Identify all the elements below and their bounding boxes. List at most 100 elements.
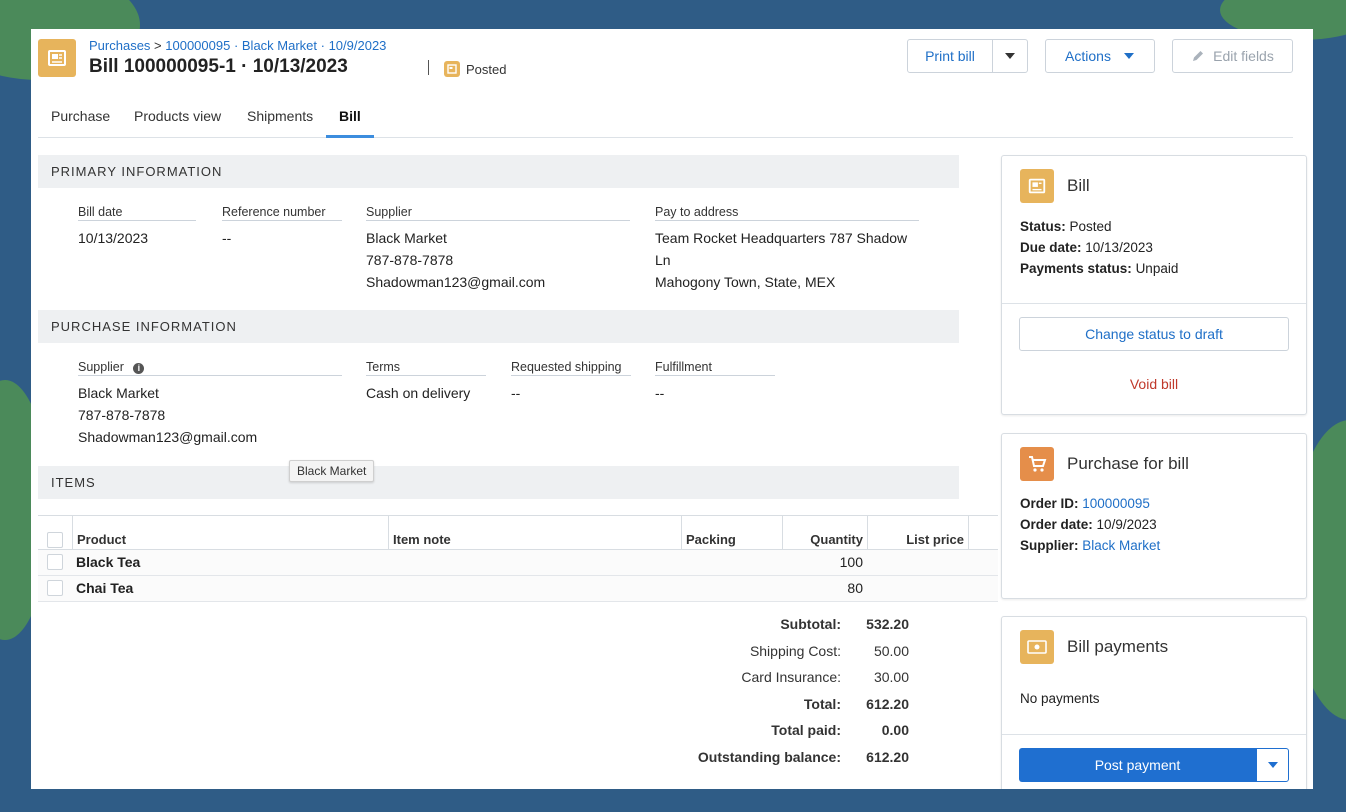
status-text: Posted bbox=[466, 61, 507, 77]
items-header: ITEMS bbox=[38, 466, 959, 499]
pay-to-address-line: Mahogony Town, State, MEX bbox=[655, 274, 836, 290]
fulfillment-label: Fulfillment bbox=[655, 360, 775, 376]
requested-shipping-label: Requested shipping bbox=[511, 360, 631, 376]
payments-status-value: Unpaid bbox=[1135, 261, 1179, 276]
order-id: Order ID: 100000095 bbox=[1020, 496, 1150, 511]
status-badge: Posted bbox=[444, 61, 506, 77]
change-status-label: Change status to draft bbox=[1085, 326, 1223, 342]
page-title: Bill 100000095-1 · 10/13/2023 bbox=[89, 56, 348, 77]
bill-status: Status: Posted bbox=[1020, 219, 1112, 234]
column-divider bbox=[388, 516, 389, 550]
post-payment-button[interactable]: Post payment bbox=[1019, 748, 1256, 782]
shipping-cost-value: 50.00 bbox=[873, 643, 909, 659]
total-paid-label: Total paid: bbox=[771, 722, 841, 738]
payments-status-label: Payments status: bbox=[1020, 261, 1132, 276]
bill-status-label: Status: bbox=[1020, 219, 1066, 234]
supplier-phone-link[interactable]: 787-878-7878 bbox=[366, 249, 453, 271]
caret-down-icon bbox=[1123, 53, 1134, 59]
post-payment-label: Post payment bbox=[1094, 757, 1181, 773]
column-list-price[interactable]: List price bbox=[906, 532, 964, 547]
supplier-email-link[interactable]: Shadowman123@gmail.com bbox=[366, 271, 545, 293]
requested-shipping-value: -- bbox=[511, 385, 521, 401]
tab-products-view[interactable]: Products view bbox=[134, 108, 221, 138]
bill-date-label: Bill date bbox=[78, 205, 196, 221]
divider bbox=[1002, 734, 1306, 735]
money-icon bbox=[1020, 630, 1054, 664]
column-divider bbox=[867, 516, 868, 550]
outstanding-balance-label: Outstanding balance: bbox=[697, 749, 841, 765]
reference-number-label: Reference number bbox=[222, 205, 342, 221]
outstanding-balance-value: 612.20 bbox=[866, 749, 909, 765]
order-supplier: Supplier: Black Market bbox=[1020, 538, 1160, 553]
supplier-link[interactable]: Black Market bbox=[366, 227, 447, 249]
table-row[interactable]: Black Tea 100 bbox=[38, 550, 998, 576]
table-header: Product Item note Packing Quantity List … bbox=[38, 515, 998, 550]
column-packing[interactable]: Packing bbox=[686, 532, 736, 547]
order-id-link[interactable]: 100000095 bbox=[1082, 496, 1150, 511]
order-supplier-link[interactable]: Black Market bbox=[1082, 538, 1160, 553]
breadcrumb-order[interactable]: 100000095 · Black Market · 10/9/2023 bbox=[165, 38, 386, 53]
purchase-supplier-email-link[interactable]: Shadowman123@gmail.com bbox=[78, 426, 257, 448]
supplier-label: Supplier bbox=[366, 205, 630, 221]
breadcrumb-purchases[interactable]: Purchases bbox=[89, 38, 150, 53]
breadcrumb: Purchases > 100000095 · Black Market · 1… bbox=[89, 38, 386, 53]
total-value: 612.20 bbox=[866, 696, 909, 712]
product-name: Chai Tea bbox=[76, 580, 134, 596]
due-date-label: Due date: bbox=[1020, 240, 1082, 255]
bill-date-value: 10/13/2023 bbox=[78, 230, 149, 246]
column-divider bbox=[968, 516, 969, 550]
quantity-value: 100 bbox=[839, 554, 863, 570]
print-bill-label: Print bill bbox=[925, 48, 975, 64]
caret-down-icon bbox=[1267, 762, 1278, 768]
tab-purchase[interactable]: Purchase bbox=[51, 108, 110, 138]
void-bill-button[interactable]: Void bill bbox=[1002, 376, 1306, 392]
purchase-supplier-label-text: Supplier bbox=[78, 360, 124, 374]
tab-shipments[interactable]: Shipments bbox=[247, 108, 313, 138]
print-options-button[interactable] bbox=[992, 39, 1028, 73]
total-paid-value: 0.00 bbox=[881, 722, 909, 738]
purchase-supplier-link[interactable]: Black Market bbox=[78, 382, 159, 404]
bill-due-date: Due date: 10/13/2023 bbox=[1020, 240, 1153, 255]
product-name: Black Tea bbox=[76, 554, 141, 570]
column-quantity[interactable]: Quantity bbox=[810, 532, 863, 547]
card-insurance-label: Card Insurance: bbox=[741, 669, 841, 685]
row-checkbox[interactable] bbox=[47, 554, 63, 570]
actions-button[interactable]: Actions bbox=[1045, 39, 1155, 73]
bill-page: Purchases > 100000095 · Black Market · 1… bbox=[31, 29, 1313, 789]
info-icon[interactable]: i bbox=[133, 363, 145, 374]
edit-fields-button[interactable]: Edit fields bbox=[1172, 39, 1293, 73]
order-date-value: 10/9/2023 bbox=[1096, 517, 1157, 532]
divider bbox=[428, 60, 429, 75]
caret-down-icon bbox=[1005, 53, 1015, 59]
primary-info-header: PRIMARY INFORMATION bbox=[38, 155, 959, 188]
subtotal-label: Subtotal: bbox=[780, 616, 841, 632]
tab-bar: Purchase Products view Shipments Bill bbox=[38, 99, 1293, 138]
no-payments-text: No payments bbox=[1020, 691, 1100, 706]
bill-icon bbox=[38, 39, 76, 77]
bill-icon bbox=[444, 61, 460, 77]
purchase-supplier-phone-link[interactable]: 787-878-7878 bbox=[78, 404, 165, 426]
quantity-value: 80 bbox=[847, 580, 863, 596]
subtotal-value: 532.20 bbox=[866, 616, 909, 632]
items-table: Product Item note Packing Quantity List … bbox=[38, 515, 998, 602]
print-bill-button[interactable]: Print bill bbox=[907, 39, 993, 73]
tooltip: Black Market bbox=[289, 460, 375, 482]
pay-to-address-line: Ln bbox=[655, 252, 671, 268]
order-date-label: Order date: bbox=[1020, 517, 1093, 532]
tab-bill[interactable]: Bill bbox=[326, 108, 374, 138]
column-divider bbox=[681, 516, 682, 550]
card-insurance-value: 30.00 bbox=[873, 669, 909, 685]
purchase-supplier-label: Supplier i bbox=[78, 360, 342, 376]
bill-payments-panel: Bill payments No payments Post payment bbox=[1001, 616, 1307, 789]
table-row[interactable]: Chai Tea 80 bbox=[38, 576, 998, 602]
post-payment-options-button[interactable] bbox=[1256, 748, 1289, 782]
divider bbox=[1002, 303, 1306, 304]
column-item-note[interactable]: Item note bbox=[393, 532, 451, 547]
fulfillment-value: -- bbox=[655, 385, 665, 401]
column-product[interactable]: Product bbox=[77, 532, 126, 547]
row-checkbox[interactable] bbox=[47, 580, 63, 596]
order-id-label: Order ID: bbox=[1020, 496, 1079, 511]
breadcrumb-separator: > bbox=[154, 38, 162, 53]
change-status-to-draft-button[interactable]: Change status to draft bbox=[1019, 317, 1289, 351]
select-all-checkbox[interactable] bbox=[47, 532, 63, 548]
